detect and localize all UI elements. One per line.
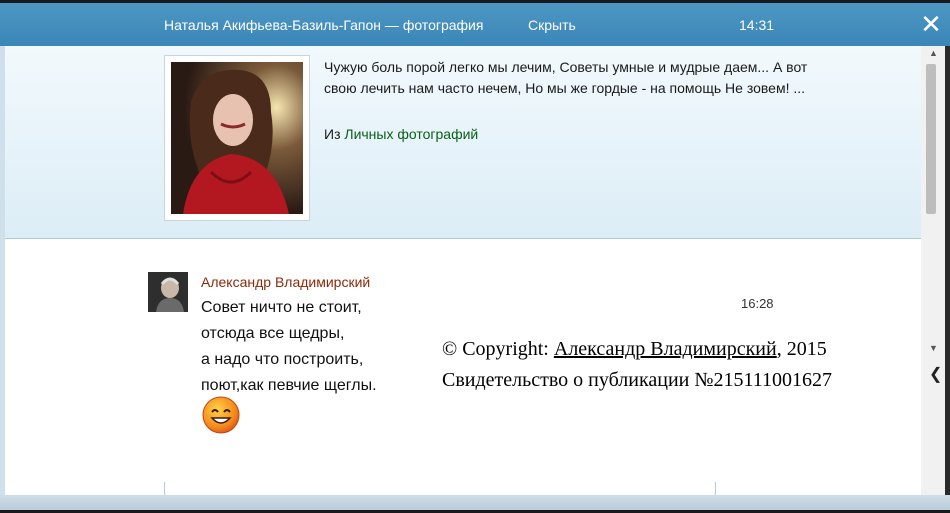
copyright-prefix: © Copyright:	[442, 338, 549, 360]
copyright-notice: © Copyright: Александр Владимирский, 201…	[442, 334, 832, 396]
photo-viewer-window: Наталья Акифьева-Базиль-Гапон — фотограф…	[0, 0, 950, 513]
avatar[interactable]	[148, 272, 188, 312]
album-source-prefix: Из	[324, 126, 341, 142]
album-source: Из Личных фотографий	[324, 126, 478, 142]
photo-thumbnail[interactable]	[164, 55, 310, 221]
copyright-author-link[interactable]: Александр Владимирский	[554, 338, 777, 360]
copyright-year: , 2015	[776, 338, 827, 360]
close-icon[interactable]: ✕	[918, 9, 944, 39]
chevron-left-icon[interactable]: ❮	[929, 364, 942, 384]
album-link[interactable]: Личных фотографий	[344, 126, 478, 142]
comment-author-link[interactable]: Александр Владимирский	[201, 274, 370, 290]
publication-certificate: Свидетельство о публикации №215111001627	[442, 369, 832, 391]
comment-line: отсюда все щедры,	[201, 325, 345, 342]
photo-time: 14:31	[739, 17, 775, 33]
scroll-thumb[interactable]	[926, 64, 936, 214]
right-edge	[945, 46, 950, 495]
hide-button[interactable]: Скрыть	[528, 17, 576, 33]
portrait-image	[171, 62, 303, 214]
comment-line: Совет ничто не стоит,	[201, 299, 362, 316]
scroll-up-icon[interactable]: ▲	[929, 48, 939, 58]
photo-caption: Чужую боль порой легко мы лечим, Советы …	[324, 59, 808, 96]
copyright-line: © Copyright: Александр Владимирский, 201…	[442, 334, 832, 365]
scroll-down-icon[interactable]: ▼	[929, 343, 939, 353]
avatar-image	[148, 272, 188, 312]
smiley-icon	[202, 396, 240, 434]
photo-title: Наталья Акифьева-Базиль-Гапон — фотограф…	[164, 17, 484, 33]
bottom-bar	[0, 495, 950, 513]
viewer-header: Наталья Акифьева-Базиль-Гапон — фотограф…	[0, 0, 950, 46]
comment-line: а надо что построить,	[201, 351, 364, 368]
comment-time: 16:28	[741, 296, 774, 311]
comment-text: Совет ничто не стоит, отсюда все щедры, …	[201, 295, 377, 399]
